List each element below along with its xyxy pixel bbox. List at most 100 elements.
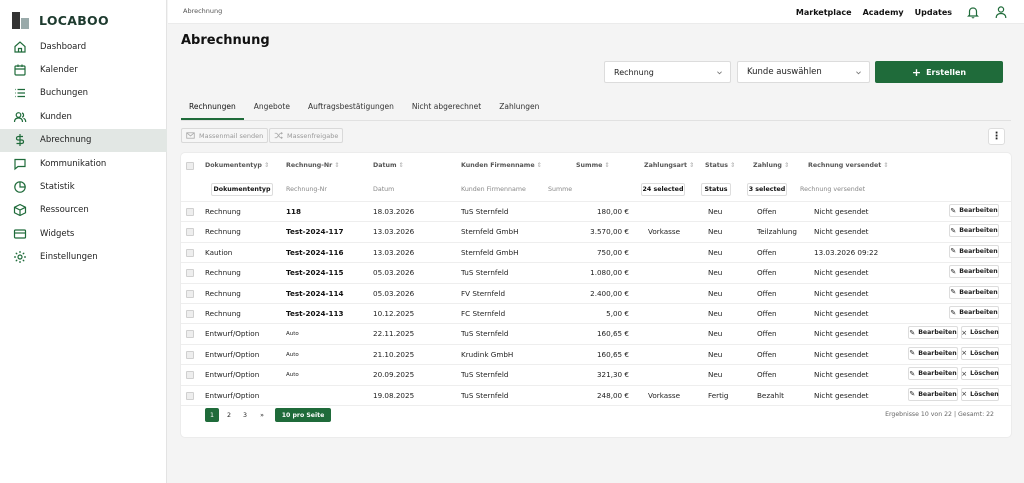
sidebar-item-einstellungen[interactable]: Einstellungen xyxy=(0,246,167,269)
updates-link[interactable]: Updates xyxy=(915,8,952,17)
sidebar-item-abrechnung[interactable]: Abrechnung xyxy=(0,128,167,152)
filter-zahlung[interactable]: 3 selected xyxy=(747,183,787,196)
marketplace-link[interactable]: Marketplace xyxy=(796,8,852,17)
select-all-checkbox[interactable] xyxy=(186,162,194,170)
sidebar-item-label: Statistik xyxy=(40,182,75,193)
filter-kunden-firmenname[interactable]: Kunden Firmenname xyxy=(461,186,526,193)
sort-icon: ⇕ xyxy=(263,162,270,169)
column-header-zahlung[interactable]: Zahlung ⇕ xyxy=(753,162,789,169)
edit-button[interactable]: ✎ Bearbeiten xyxy=(949,265,999,279)
tab-zahlungen[interactable]: Zahlungen xyxy=(491,96,547,120)
cell-zahlungsart: Vorkasse xyxy=(648,227,681,237)
cell-kunde: TuS Sternfeld xyxy=(461,207,509,216)
edit-button[interactable]: ✎ Bearbeiten xyxy=(949,285,999,299)
next-page-button[interactable]: » xyxy=(256,408,268,422)
mass-release-button[interactable]: Massenfreigabe xyxy=(269,128,344,143)
filter-zahlungsart[interactable]: 24 selected xyxy=(641,183,685,196)
column-header-kunden-firmenname[interactable]: Kunden Firmenname ⇕ xyxy=(461,162,542,169)
mass-mail-button[interactable]: Massenmail senden xyxy=(181,128,269,143)
page-2-button[interactable]: 2 xyxy=(223,408,235,422)
mass-release-label: Massenfreigabe xyxy=(287,131,339,140)
customer-select[interactable]: Kunde auswählen xyxy=(737,61,870,83)
column-header-summe[interactable]: Summe ⇕ xyxy=(576,162,610,169)
delete-button-label: Löschen xyxy=(970,349,999,357)
filter-dokumententyp[interactable]: Dokumententyp xyxy=(211,183,273,196)
breadcrumb[interactable]: Abrechnung xyxy=(183,7,222,15)
cell-kunde: Sternfeld GmbH xyxy=(461,247,519,257)
academy-link[interactable]: Academy xyxy=(863,8,904,17)
tab-angebote[interactable]: Angebote xyxy=(246,96,298,120)
delete-button-label: Löschen xyxy=(970,329,999,337)
delete-button[interactable]: × Löschen xyxy=(961,326,999,340)
edit-button[interactable]: ✎ Bearbeiten xyxy=(949,244,999,258)
edit-button[interactable]: ✎ Bearbeiten xyxy=(908,326,958,340)
logo[interactable]: LOCABOO xyxy=(12,11,109,29)
cell-dokumententyp: Entwurf/Option xyxy=(205,390,260,400)
row-checkbox[interactable] xyxy=(186,391,194,400)
edit-button[interactable]: ✎ Bearbeiten xyxy=(908,367,958,381)
row-checkbox[interactable] xyxy=(186,310,194,318)
filter-summe[interactable]: Summe xyxy=(548,186,572,193)
filter-rechnung-versendet[interactable]: Rechnung versendet xyxy=(800,186,865,193)
row-checkbox[interactable] xyxy=(186,208,194,216)
row-checkbox[interactable] xyxy=(186,330,194,339)
delete-button[interactable]: × Löschen xyxy=(961,346,999,360)
edit-button[interactable]: ✎ Bearbeiten xyxy=(949,306,999,319)
more-options-button[interactable]: ⋮ xyxy=(988,128,1005,145)
document-type-select[interactable]: Rechnung xyxy=(604,61,731,83)
pencil-icon: ✎ xyxy=(909,349,916,358)
sidebar-item-dashboard[interactable]: Dashboard xyxy=(0,35,167,58)
row-checkbox[interactable] xyxy=(186,289,194,298)
cell-dokumententyp: Entwurf/Option xyxy=(205,329,260,339)
pencil-icon: ✎ xyxy=(909,328,916,337)
page-size-button[interactable]: 10 pro Seite xyxy=(275,408,331,422)
column-header-datum[interactable]: Datum ⇕ xyxy=(373,162,404,169)
edit-button[interactable]: ✎ Bearbeiten xyxy=(908,346,958,360)
create-button[interactable]: + Erstellen xyxy=(875,61,1003,83)
column-header-rechnung-nr[interactable]: Rechnung-Nr ⇕ xyxy=(286,162,340,169)
row-checkbox[interactable] xyxy=(186,371,194,380)
cell-rechnung-versendet: Nicht gesendet xyxy=(814,309,869,318)
row-divider xyxy=(181,241,1011,243)
cell-zahlung: Offen xyxy=(757,268,777,278)
sidebar-item-kommunikation[interactable]: Kommunikation xyxy=(0,152,167,175)
column-header-rechnung-versendet[interactable]: Rechnung versendet ⇕ xyxy=(808,162,889,169)
delete-button[interactable]: × Löschen xyxy=(961,367,999,381)
row-checkbox[interactable] xyxy=(186,350,194,359)
sidebar-item-kunden[interactable]: Kunden xyxy=(0,105,167,128)
sidebar-item-widgets[interactable]: Widgets xyxy=(0,222,167,245)
edit-button[interactable]: ✎ Bearbeiten xyxy=(908,387,958,401)
row-divider xyxy=(181,405,1011,406)
row-checkbox[interactable] xyxy=(186,228,194,237)
page-3-button[interactable]: 3 xyxy=(239,408,251,422)
sidebar-item-ressourcen[interactable]: Ressourcen xyxy=(0,199,167,222)
tab-auftragsbestaetigungen[interactable]: Auftragsbestätigungen xyxy=(300,96,402,120)
edit-button-label: Bearbeiten xyxy=(918,370,957,378)
cell-status: Neu xyxy=(708,370,723,380)
filter-datum[interactable]: Datum xyxy=(373,186,394,193)
cell-rechnung-nr: Test-2024-113 xyxy=(286,309,344,318)
filter-rechnung-nr[interactable]: Rechnung-Nr xyxy=(286,186,327,193)
sidebar-item-buchungen[interactable]: Buchungen xyxy=(0,82,167,105)
bell-icon[interactable] xyxy=(966,5,980,19)
edit-button[interactable]: ✎ Bearbeiten xyxy=(949,224,999,238)
row-checkbox[interactable] xyxy=(186,248,194,257)
edit-button[interactable]: ✎ Bearbeiten xyxy=(949,204,999,217)
cell-status: Neu xyxy=(708,309,723,318)
tab-nicht-abgerechnet[interactable]: Nicht abgerechnet xyxy=(404,96,489,120)
column-header-dokumententyp[interactable]: Dokumententyp ⇕ xyxy=(205,162,269,169)
column-header-status[interactable]: Status ⇕ xyxy=(705,162,735,169)
page-1-button[interactable]: 1 xyxy=(205,408,219,422)
cell-kunde: FC Sternfeld xyxy=(461,309,506,318)
cell-rechnung-nr: Test-2024-116 xyxy=(286,247,344,257)
cell-summe: 5,00 € xyxy=(606,309,629,318)
row-checkbox[interactable] xyxy=(186,269,194,278)
column-header-zahlungsart[interactable]: Zahlungsart ⇕ xyxy=(644,162,694,169)
delete-button[interactable]: × Löschen xyxy=(961,387,999,401)
filter-status[interactable]: Status xyxy=(701,183,731,196)
user-icon[interactable] xyxy=(994,5,1008,19)
sort-icon: ⇕ xyxy=(783,162,790,169)
sidebar-item-kalender[interactable]: Kalender xyxy=(0,58,167,81)
tab-rechnungen[interactable]: Rechnungen xyxy=(181,96,244,120)
sidebar-item-statistik[interactable]: Statistik xyxy=(0,175,167,198)
